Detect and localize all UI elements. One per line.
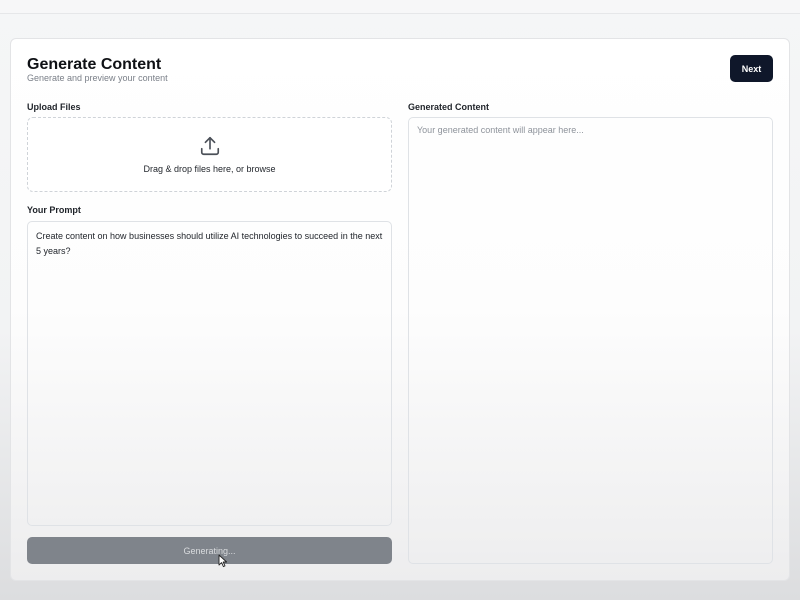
upload-files-label: Upload Files: [27, 102, 81, 112]
prompt-textarea[interactable]: Create content on how businesses should …: [27, 221, 392, 526]
prompt-label: Your Prompt: [27, 205, 81, 215]
page-title: Generate Content: [27, 56, 162, 73]
top-bar: [0, 0, 800, 14]
mouse-cursor-icon: [218, 554, 228, 568]
upload-icon: [200, 136, 220, 156]
content-card: Generate Content Generate and preview yo…: [10, 38, 790, 581]
next-button[interactable]: Next: [730, 55, 773, 82]
generated-content-label: Generated Content: [408, 102, 490, 112]
file-dropzone[interactable]: Drag & drop files here, or browse: [27, 117, 392, 192]
dropzone-text: Drag & drop files here, or browse: [143, 164, 276, 174]
generated-content-placeholder: Your generated content will appear here.…: [417, 125, 584, 135]
page-subtitle: Generate and preview your content: [27, 73, 168, 83]
generate-button[interactable]: Generating...: [27, 537, 392, 564]
generated-content-panel[interactable]: Your generated content will appear here.…: [408, 117, 773, 564]
